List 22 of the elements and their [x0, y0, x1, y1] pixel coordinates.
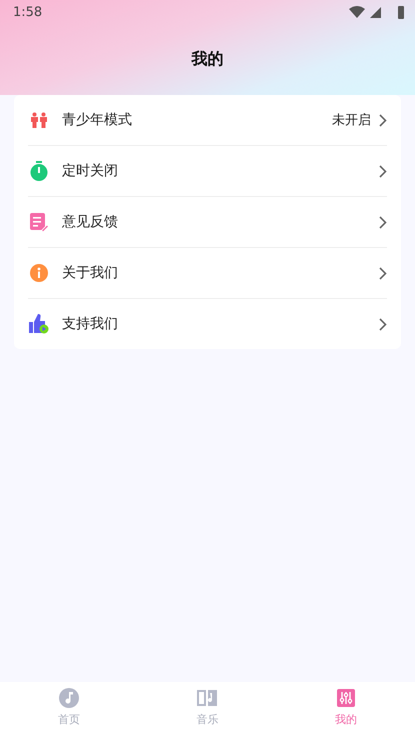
chevron-right-icon [379, 318, 387, 330]
menu-item[interactable]: 支持我们 [28, 299, 387, 349]
book-icon [197, 689, 218, 707]
chevron-right-icon [379, 114, 387, 126]
chevron-right-icon [379, 266, 387, 280]
thumbs-up-icon [28, 314, 50, 334]
chevron-right-icon [379, 164, 387, 178]
music-note-icon [59, 688, 80, 708]
menu-item[interactable]: 意见反馈 [28, 197, 387, 248]
note-edit-icon [30, 212, 48, 232]
status-time: 1:58 [13, 5, 42, 20]
people-icon [30, 112, 48, 128]
menu-item[interactable]: 青少年模式 未开启 [28, 95, 387, 146]
equalizer-icon [336, 689, 355, 707]
chevron-right-icon [379, 216, 387, 228]
status-value: 未开启 [332, 112, 371, 129]
info-icon [30, 264, 48, 282]
page-title: 我的 [190, 48, 224, 70]
menu-item[interactable]: 定时关闭 [28, 146, 387, 197]
menu-item[interactable]: 关于我们 [28, 248, 387, 299]
stopwatch-icon [30, 161, 48, 181]
status-icons [349, 6, 405, 19]
